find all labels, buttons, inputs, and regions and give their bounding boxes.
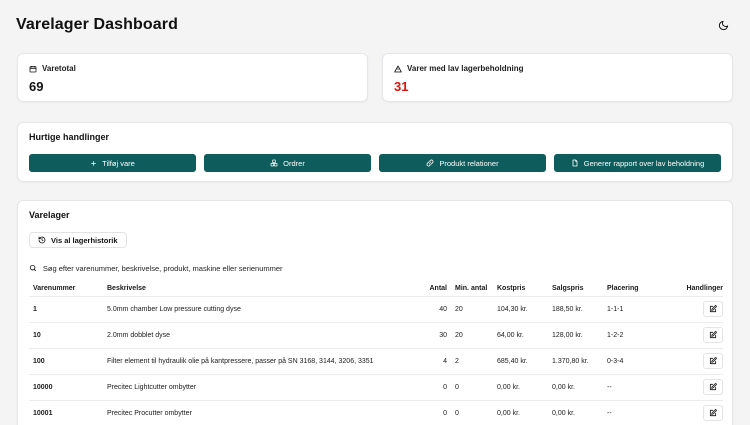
stat-label-low-stock: Varer med lav lagerbeholdning [394,64,721,73]
low-stock-report-button[interactable]: Generer rapport over lav beholdning [554,154,721,172]
stat-card-low-stock: Varer med lav lagerbeholdning 31 [382,53,733,102]
cell-actions [657,347,723,374]
search-input[interactable] [42,263,289,273]
edit-icon [709,409,717,417]
cell-actions [657,399,723,425]
plus-icon [91,160,97,166]
cell-kostpris: 0,00 kr. [497,399,552,425]
col-salgspris[interactable]: Salgspris [552,282,607,296]
cell-kostpris: 0,00 kr. [497,373,552,400]
moon-icon [718,20,728,30]
table-row[interactable]: 100 Filter element til hydraulik olie på… [29,347,723,374]
cell-placering: -- [607,399,657,425]
inventory-table: Varenummer Beskrivelse Antal Min. antal … [29,282,723,425]
theme-toggle-button[interactable] [712,14,734,36]
product-relations-button[interactable]: Produkt relationer [379,154,546,172]
stat-label-total: Varetotal [29,64,356,73]
col-min-antal[interactable]: Min. antal [451,282,497,296]
quick-actions-title: Hurtige handlinger [29,132,110,142]
cell-antal: 40 [419,295,451,322]
col-handlinger: Handlinger [686,285,723,293]
quick-actions-row: Tilføj vare Ordrer Produkt relationer Ge… [29,154,721,172]
cell-beskrivelse: Precitec Lightcutter ombytter [107,373,419,400]
col-beskrivelse[interactable]: Beskrivelse [107,282,419,296]
inventory-title: Varelager [29,210,70,220]
calendar-icon [29,65,37,72]
history-icon [38,236,46,244]
cell-varenummer: 100 [29,347,107,374]
stat-card-total: Varetotal 69 [17,53,368,102]
cell-beskrivelse: Precitec Procutter ombytter [107,399,419,425]
search-icon [29,264,36,272]
edit-icon [709,357,717,365]
cell-varenummer: 10 [29,321,107,348]
table-row[interactable]: 10000 Precitec Lightcutter ombytter 0 0 … [29,373,723,400]
stat-value-low-stock: 31 [394,79,409,94]
cell-min-antal: 0 [451,399,497,425]
cell-salgspris: 1.370,80 kr. [552,347,607,374]
cell-antal: 0 [419,373,451,400]
cell-varenummer: 10000 [29,373,107,400]
cell-varenummer: 10001 [29,399,107,425]
cell-min-antal: 2 [451,347,497,374]
cell-kostpris: 64,00 kr. [497,321,552,348]
cell-salgspris: 0,00 kr. [552,399,607,425]
cell-antal: 30 [419,321,451,348]
file-icon [572,159,578,167]
cell-salgspris: 188,50 kr. [552,295,607,322]
cell-varenummer: 1 [29,295,107,322]
edit-button[interactable] [703,301,723,317]
cell-placering: -- [607,373,657,400]
cell-beskrivelse: 2.0mm dobblet dyse [107,321,419,348]
cell-kostpris: 685,40 kr. [497,347,552,374]
cell-antal: 0 [419,399,451,425]
col-placering[interactable]: Placering [607,282,657,296]
link-icon [427,159,434,167]
cell-kostpris: 104,30 kr. [497,295,552,322]
add-item-button[interactable]: Tilføj vare [29,154,196,172]
cell-placering: 1-1-1 [607,295,657,322]
search-bar [29,260,289,276]
col-varenummer[interactable]: Varenummer [29,282,107,296]
boxes-icon [270,159,278,167]
cell-min-antal: 20 [451,295,497,322]
cell-salgspris: 0,00 kr. [552,373,607,400]
cell-salgspris: 128,00 kr. [552,321,607,348]
cell-actions [657,295,723,322]
table-header-row: Varenummer Beskrivelse Antal Min. antal … [29,282,723,296]
cell-placering: 0-3-4 [607,347,657,374]
cell-min-antal: 0 [451,373,497,400]
app-header: Varelager Dashboard [0,0,750,50]
col-antal[interactable]: Antal [419,282,451,296]
edit-icon [709,305,717,313]
table-row[interactable]: 10001 Precitec Procutter ombytter 0 0 0,… [29,399,723,425]
edit-button[interactable] [703,379,723,395]
cell-actions [657,321,723,348]
edit-button[interactable] [703,353,723,369]
edit-icon [709,383,717,391]
show-history-button[interactable]: Vis al lagerhistorik [29,232,127,248]
warning-icon [394,65,402,72]
cell-beskrivelse: 5.0mm chamber Low pressure cutting dyse [107,295,419,322]
cell-min-antal: 20 [451,321,497,348]
cell-antal: 4 [419,347,451,374]
edit-icon [709,331,717,339]
quick-actions-card: Hurtige handlinger Tilføj vare Ordrer Pr… [17,122,733,182]
cell-actions [657,373,723,400]
cell-placering: 1-2-2 [607,321,657,348]
stat-value-total: 69 [29,79,44,94]
col-kostpris[interactable]: Kostpris [497,282,552,296]
cell-beskrivelse: Filter element til hydraulik olie på kan… [107,347,419,374]
table-row[interactable]: 10 2.0mm dobblet dyse 30 20 64,00 kr. 12… [29,321,723,348]
orders-button[interactable]: Ordrer [204,154,371,172]
page-title: Varelager Dashboard [16,16,178,33]
table-row[interactable]: 1 5.0mm chamber Low pressure cutting dys… [29,295,723,322]
edit-button[interactable] [703,327,723,343]
edit-button[interactable] [703,405,723,422]
inventory-card: Varelager Vis al lagerhistorik Varenumme… [17,200,733,425]
